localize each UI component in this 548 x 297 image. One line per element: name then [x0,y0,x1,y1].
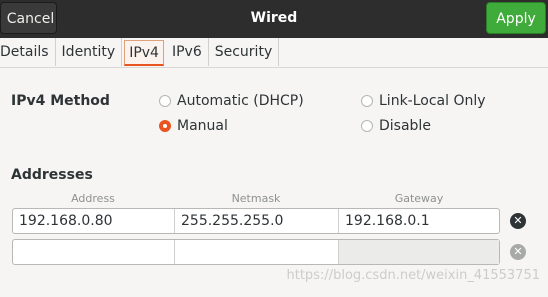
ipv4-method-label: IPv4 Method [11,93,110,109]
radio-unchecked-icon [361,120,373,132]
tab-ipv4[interactable]: IPv4 [124,40,164,66]
delete-row-button-disabled[interactable]: ✕ [510,244,526,260]
radio-disable[interactable]: Disable [361,118,431,134]
radio-manual[interactable]: Manual [159,118,228,134]
x-circle-icon: ✕ [513,214,523,227]
apply-button[interactable]: Apply [486,2,546,34]
column-header-netmask: Netmask [231,192,281,205]
column-header-gateway: Gateway [394,192,444,205]
x-circle-icon: ✕ [513,245,523,258]
address-field[interactable]: 192.168.0.80 [13,209,175,233]
column-header-address: Address [71,192,115,205]
tab-divider [0,67,548,68]
address-row: 192.168.0.80 255.255.255.0 192.168.0.1 [12,208,500,234]
radio-automatic-dhcp[interactable]: Automatic (DHCP) [159,93,304,109]
window-title: Wired [250,10,298,26]
netmask-field[interactable] [175,240,339,264]
address-field[interactable] [13,240,175,264]
address-row-empty [12,239,500,265]
tab-details[interactable]: Details [0,38,56,66]
radio-label: Link-Local Only [379,93,486,109]
radio-label: Disable [379,118,431,134]
radio-link-local-only[interactable]: Link-Local Only [361,93,486,109]
radio-checked-icon [159,120,171,132]
gateway-field[interactable]: 192.168.0.1 [339,209,499,233]
netmask-field[interactable]: 255.255.255.0 [175,209,339,233]
tab-security[interactable]: Security [209,38,280,66]
radio-unchecked-icon [159,95,171,107]
delete-row-button[interactable]: ✕ [510,213,526,229]
tab-bar: Details Identity IPv4 IPv6 Security [0,38,280,68]
addresses-label: Addresses [11,167,93,183]
radio-label: Manual [177,118,228,134]
tab-identity[interactable]: Identity [56,38,123,66]
watermark-text: https://blog.csdn.net/weixin_41553751 [286,268,540,283]
header-bar: Cancel Wired Apply [0,0,548,38]
gateway-field[interactable] [339,240,499,264]
tab-ipv6[interactable]: IPv6 [166,38,209,66]
radio-label: Automatic (DHCP) [177,93,304,109]
radio-unchecked-icon [361,95,373,107]
